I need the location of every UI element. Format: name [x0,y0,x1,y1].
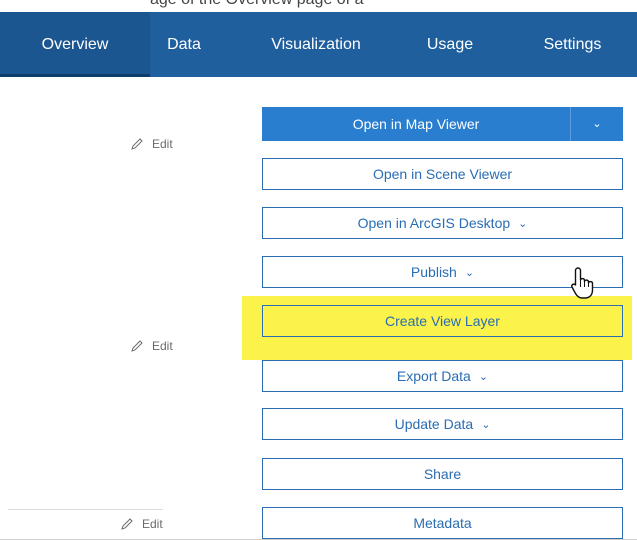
caption-text: age of the Overview page of a [150,0,363,9]
update-data-button[interactable]: Update Data ⌄ [262,408,623,440]
tab-visualization[interactable]: Visualization [256,12,376,77]
edit-label: Edit [152,339,173,353]
button-label: Open in ArcGIS Desktop [357,215,511,231]
button-label: Publish [410,264,457,280]
open-in-map-viewer-button[interactable]: Open in Map Viewer [262,107,570,141]
edit-link-1[interactable]: Edit [130,137,173,151]
button-label: Create View Layer [385,313,500,329]
button-label: Export Data [396,368,471,384]
metadata-button[interactable]: Metadata [262,507,623,539]
tab-overview[interactable]: Overview [0,12,150,77]
edit-link-3[interactable]: Edit [120,517,163,531]
hand-cursor-icon [571,267,594,299]
edit-link-2[interactable]: Edit [130,339,173,353]
export-data-button[interactable]: Export Data ⌄ [262,360,623,392]
open-in-scene-viewer-button[interactable]: Open in Scene Viewer [262,158,623,190]
edit-label: Edit [152,137,173,151]
publish-button[interactable]: Publish ⌄ [262,256,623,288]
pencil-icon [131,340,143,352]
tab-settings[interactable]: Settings [520,12,625,77]
button-label: Open in Scene Viewer [372,166,513,182]
edit-label: Edit [142,517,163,531]
tab-data[interactable]: Data [150,12,218,77]
tab-usage[interactable]: Usage [410,12,490,77]
chevron-down-icon: ⌄ [478,371,489,383]
map-viewer-dropdown-button[interactable]: ⌄ [571,107,623,141]
item-tabs-nav: Overview Data Visualization Usage Settin… [0,12,637,77]
button-label: Share [423,466,462,482]
pencil-icon [131,138,143,150]
button-label: Metadata [413,515,472,531]
create-view-layer-button[interactable]: Create View Layer [262,305,623,337]
section-divider [8,509,163,510]
button-label: Update Data [394,416,474,432]
chevron-down-icon: ⌄ [464,267,475,279]
pencil-icon [121,518,133,530]
chevron-down-icon: ⌄ [518,218,528,230]
share-button[interactable]: Share [262,458,623,490]
caption-fragment: age of the Overview page of a [0,0,637,12]
open-in-arcgis-desktop-button[interactable]: Open in ArcGIS Desktop ⌄ [262,207,623,239]
chevron-down-icon: ⌄ [592,118,602,130]
chevron-down-icon: ⌄ [481,419,491,431]
open-in-map-viewer-split-button: Open in Map Viewer ⌄ [262,107,623,141]
